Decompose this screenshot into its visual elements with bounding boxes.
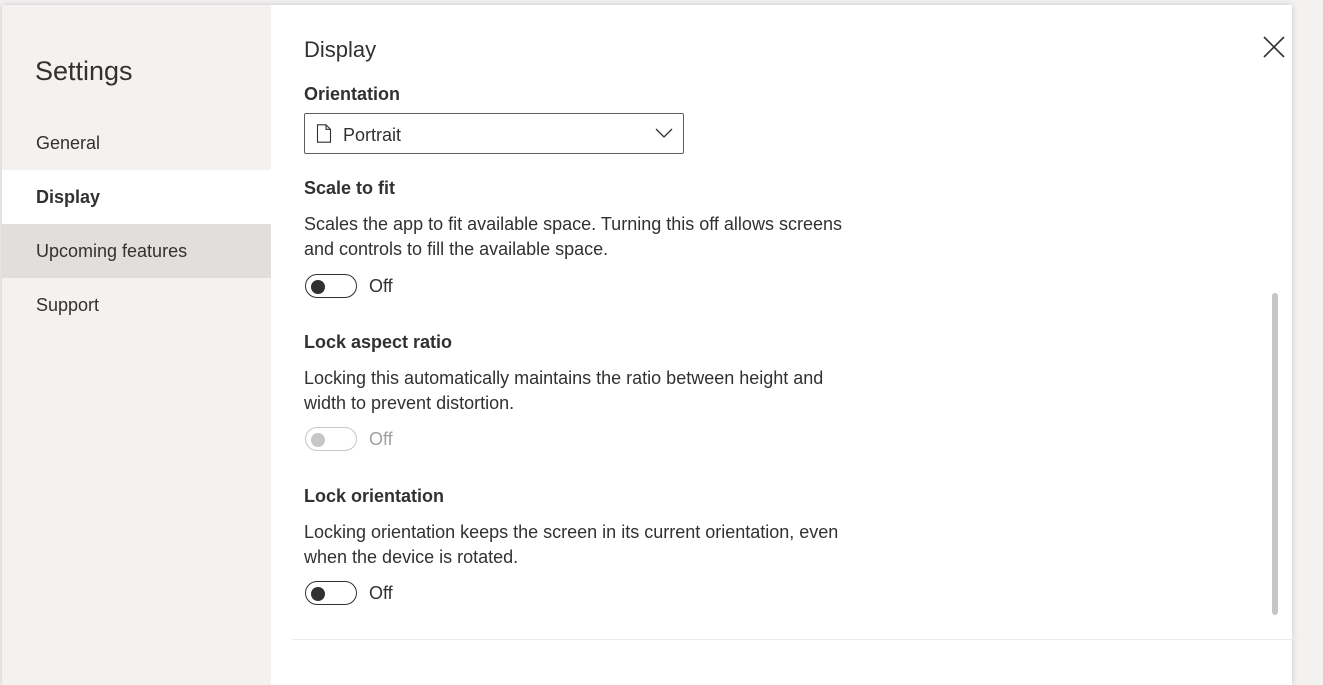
nav-item-general[interactable]: General — [2, 116, 271, 170]
toggle-knob — [311, 587, 325, 601]
scale-to-fit-state: Off — [369, 275, 393, 296]
lock-orientation-toggle-row: Off — [305, 579, 393, 607]
toggle-knob — [311, 280, 325, 294]
lock-aspect-ratio-toggle-row: Off — [305, 425, 393, 453]
lock-orientation-state: Off — [369, 582, 393, 603]
scale-to-fit-toggle-row: Off — [305, 272, 393, 300]
divider — [292, 639, 1300, 640]
scrollbar[interactable] — [1272, 293, 1278, 615]
close-icon — [1263, 36, 1285, 58]
lock-orientation-description: Locking orientation keeps the screen in … — [304, 522, 839, 567]
lock-orientation-label: Lock orientation — [304, 486, 445, 506]
nav-item-upcoming-features[interactable]: Upcoming features — [2, 224, 271, 278]
orientation-value: Portrait — [343, 125, 402, 145]
nav-item-support[interactable]: Support — [2, 278, 271, 332]
lock-orientation-toggle[interactable] — [305, 581, 357, 605]
chevron-down-icon — [655, 128, 673, 138]
orientation-dropdown[interactable]: Portrait — [304, 113, 684, 154]
page-title: Display — [304, 37, 377, 62]
scale-to-fit-label: Scale to fit — [304, 178, 396, 198]
settings-nav: Settings General Display Upcoming featur… — [2, 5, 271, 685]
toggle-knob — [311, 433, 325, 447]
lock-aspect-ratio-toggle — [305, 427, 357, 451]
document-icon — [316, 124, 332, 143]
close-button[interactable] — [1260, 33, 1288, 61]
scale-to-fit-description: Scales the app to fit available space. T… — [304, 214, 842, 259]
orientation-label: Orientation — [304, 84, 401, 104]
lock-aspect-ratio-label: Lock aspect ratio — [304, 332, 453, 352]
lock-aspect-ratio-description: Locking this automatically maintains the… — [304, 368, 824, 413]
settings-dialog: Settings General Display Upcoming featur… — [2, 5, 1300, 685]
scale-to-fit-toggle[interactable] — [305, 274, 357, 298]
settings-title: Settings — [35, 56, 133, 86]
nav-item-display[interactable]: Display — [2, 170, 271, 224]
settings-nav-list: General Display Upcoming features Suppor… — [2, 116, 271, 332]
display-panel: Display Orientation Portrait Scale to fi… — [271, 5, 1300, 685]
lock-aspect-ratio-state: Off — [369, 428, 393, 449]
